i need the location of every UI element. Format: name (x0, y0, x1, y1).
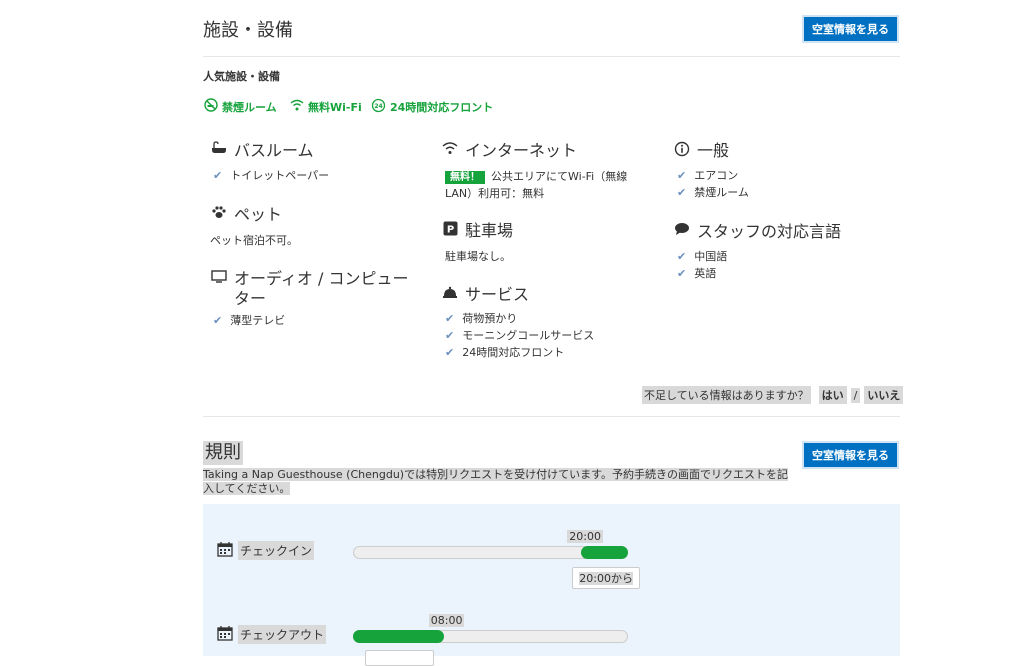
checkin-time-label: 20:00 (567, 530, 603, 543)
parking-icon: P (441, 221, 459, 236)
check-icon: ✔ (677, 168, 687, 182)
list-item: ✔ 禁煙ルーム (677, 184, 749, 200)
pets-title: ペット (234, 205, 283, 224)
monitor-icon (210, 269, 228, 283)
rules-availability-button[interactable]: 空室情報を見る (802, 441, 899, 469)
list-item: ✔ モーニングコールサービス (445, 327, 594, 343)
feedback-row: 不足している情報はありますか？ はい / いいえ (642, 386, 904, 404)
info-icon (673, 141, 691, 157)
checkin-label: チェックイン (238, 541, 315, 560)
svg-text:24: 24 (374, 103, 382, 110)
bell-icon (441, 285, 459, 299)
free-badge: 無料！ (445, 171, 485, 184)
list-item-label: トイレットペーパー (230, 169, 330, 182)
calendar-icon (217, 625, 233, 644)
list-item-label: エアコン (694, 169, 739, 182)
pets-heading: ペット (210, 205, 282, 225)
popular-item-24h: 24 24時間対応フロント (371, 98, 493, 116)
parking-text: 駐車場なし。 (445, 250, 511, 263)
popular-item-no-smoking: 禁煙ルーム (204, 98, 277, 115)
checkin-timeline-fill (581, 546, 628, 559)
check-icon: ✔ (213, 313, 223, 327)
check-icon: ✔ (445, 311, 455, 325)
popular-item-wifi: 無料Wi-Fi (290, 98, 362, 115)
paw-icon (210, 205, 228, 219)
rules-panel: チェックイン 20:00 20:00から チェックアウト 08:00 (203, 504, 900, 666)
speech-bubble-icon (673, 222, 691, 236)
check-icon: ✔ (213, 168, 223, 182)
services-heading: サービス (441, 285, 529, 305)
languages-title: スタッフの対応言語 (697, 222, 842, 241)
pets-text: ペット宿泊不可。 (210, 234, 298, 247)
internet-text: 無料！ 公共エリアにてWi-Fi（無線 LAN）利用可：無料 (445, 170, 628, 200)
wifi-icon (441, 141, 459, 155)
feedback-question: 不足している情報はありますか？ (642, 386, 811, 404)
languages-heading: スタッフの対応言語 (673, 222, 841, 242)
list-item: ✔ 薄型テレビ (213, 312, 285, 328)
checkin-tooltip: 20:00から (572, 567, 640, 589)
list-item: ✔ 荷物預かり (445, 310, 517, 326)
general-title: 一般 (697, 141, 730, 160)
internet-title: インターネット (465, 141, 578, 160)
list-item-label: 24時間対応フロント (462, 346, 565, 359)
rules-description: Taking a Nap Guesthouse (Chengdu)では特別リクエ… (203, 468, 788, 495)
popular-heading: 人気施設・設備 (203, 70, 280, 83)
calendar-icon (217, 541, 233, 560)
check-icon: ✔ (677, 185, 687, 199)
wifi-icon (290, 98, 304, 115)
list-item-label: 中国語 (694, 250, 728, 263)
bath-icon (210, 141, 228, 155)
bathroom-heading: バスルーム (210, 141, 314, 161)
popular-item-label: 禁煙ルーム (222, 100, 277, 114)
list-item-label: 薄型テレビ (230, 314, 286, 327)
parking-title: 駐車場 (465, 221, 514, 240)
checkout-timeline-fill (353, 630, 444, 643)
parking-heading: P 駐車場 (441, 221, 513, 241)
popular-item-label: 24時間対応フロント (390, 101, 494, 114)
checkin-row: チェックイン (217, 541, 315, 560)
list-item: ✔ 中国語 (677, 248, 727, 264)
bathroom-title: バスルーム (234, 141, 314, 160)
rules-title: 規則 (203, 441, 243, 465)
av-title: オーディオ / コンピュー ター (234, 269, 409, 308)
feedback-separator: / (850, 387, 861, 403)
list-item: ✔ エアコン (677, 167, 738, 183)
list-item: ✔ トイレットペーパー (213, 167, 329, 183)
feedback-no-link[interactable]: いいえ (864, 386, 904, 404)
check-icon: ✔ (677, 266, 687, 280)
divider (203, 56, 900, 57)
svg-text:P: P (446, 225, 453, 236)
divider (203, 416, 900, 417)
availability-button[interactable]: 空室情報を見る (802, 15, 899, 43)
list-item-label: 禁煙ルーム (694, 186, 749, 199)
av-heading: オーディオ / コンピュー ター (210, 269, 408, 309)
checkout-tooltip (365, 650, 434, 666)
check-icon: ✔ (445, 328, 455, 342)
no-smoking-icon (204, 98, 218, 115)
list-item-label: 英語 (694, 267, 717, 280)
feedback-yes-link[interactable]: はい (818, 386, 847, 404)
list-item-label: 荷物預かり (462, 312, 518, 325)
list-item-label: モーニングコールサービス (462, 329, 595, 342)
general-heading: 一般 (673, 141, 729, 161)
checkout-row: チェックアウト (217, 625, 327, 644)
checkout-label: チェックアウト (238, 625, 327, 644)
popular-item-label: 無料Wi-Fi (308, 100, 362, 114)
check-icon: ✔ (445, 345, 455, 359)
page-title: 施設・設備 (203, 20, 293, 41)
internet-heading: インターネット (441, 141, 577, 161)
check-icon: ✔ (677, 249, 687, 263)
list-item: ✔ 24時間対応フロント (445, 344, 564, 360)
24h-icon: 24 (371, 98, 386, 116)
checkout-time-label: 08:00 (428, 614, 465, 627)
services-title: サービス (465, 285, 530, 304)
list-item: ✔ 英語 (677, 265, 716, 281)
